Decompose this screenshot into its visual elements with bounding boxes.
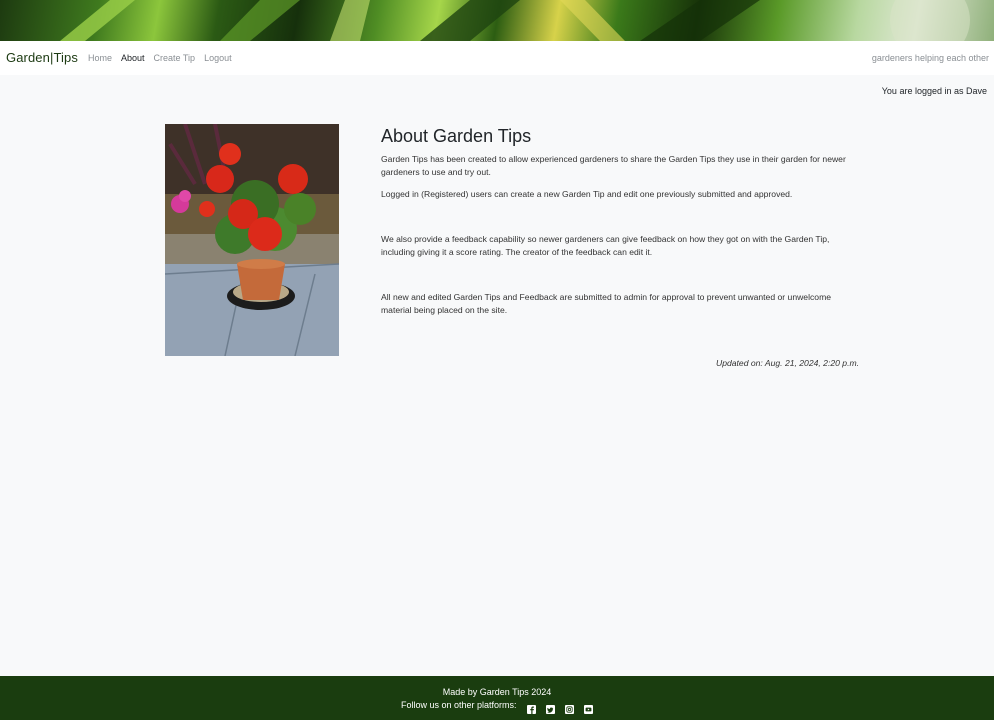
footer: Made by Garden Tips 2024 Follow us on ot… (0, 676, 994, 720)
nav-link-home[interactable]: Home (88, 53, 112, 63)
about-paragraph: Logged in (Registered) users can create … (381, 189, 793, 199)
follow-label: Follow us on other platforms: (401, 700, 517, 710)
brand-logo-link[interactable]: Garden|Tips (6, 50, 78, 65)
login-status: You are logged in as Dave (881, 86, 987, 96)
about-paragraph: We also provide a feedback capability so… (381, 234, 830, 257)
geranium-pot-photo (165, 124, 339, 356)
page-title: About Garden Tips (381, 126, 532, 146)
footer-credit: Made by Garden Tips 2024 (442, 687, 552, 697)
facebook-icon[interactable] (526, 701, 536, 714)
site-tagline: gardeners helping each other (871, 53, 989, 63)
about-paragraph: All new and edited Garden Tips and Feedb… (381, 292, 832, 315)
about-paragraph: Garden Tips has been created to allow ex… (381, 154, 846, 177)
twitter-icon[interactable] (545, 701, 555, 714)
header-banner-image (0, 0, 994, 41)
instagram-icon[interactable] (564, 701, 574, 714)
updated-timestamp: Updated on: Aug. 21, 2024, 2:20 p.m. (715, 358, 859, 368)
nav-link-create-tip[interactable]: Create Tip (154, 53, 196, 63)
nav-link-logout[interactable]: Logout (204, 53, 232, 63)
nav-link-about[interactable]: About (121, 53, 145, 63)
navbar: Garden|Tips Home About Create Tip Logout… (0, 41, 994, 75)
social-links: Follow us on other platforms: (401, 700, 603, 714)
about-section: About Garden Tips Garden Tips has been c… (381, 124, 861, 317)
nav-links: Home About Create Tip Logout (88, 53, 241, 63)
youtube-icon[interactable] (583, 701, 593, 714)
